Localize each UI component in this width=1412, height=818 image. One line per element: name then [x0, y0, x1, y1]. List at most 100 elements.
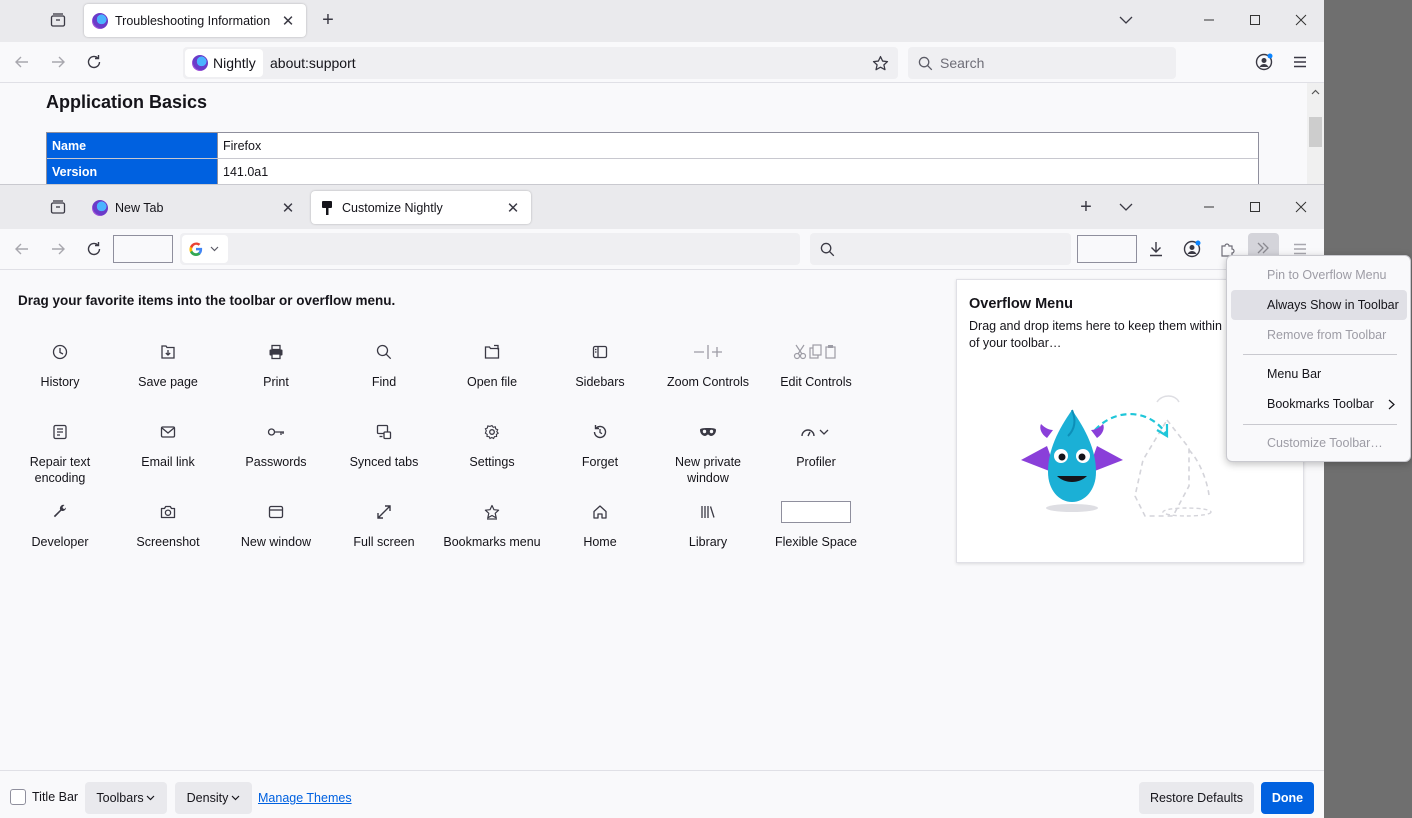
search-bar[interactable]: Search — [908, 47, 1176, 79]
palette-item-zoom-controls[interactable]: Zoom Controls — [658, 340, 758, 390]
palette-item-synced-tabs[interactable]: Synced tabs — [334, 420, 434, 470]
tab-new-tab[interactable]: New Tab ✕ — [84, 191, 306, 224]
palette-item-new-private-window[interactable]: New private window — [658, 420, 758, 486]
palette-item-library[interactable]: Library — [658, 500, 758, 550]
palette-label: Developer — [31, 535, 89, 549]
scroll-up-arrow-icon[interactable] — [1307, 83, 1324, 100]
palette-item-sidebars[interactable]: Sidebars — [550, 340, 650, 390]
minimize-icon[interactable] — [1186, 187, 1232, 227]
restore-defaults-button[interactable]: Restore Defaults — [1139, 782, 1254, 814]
close-window-icon[interactable] — [1278, 187, 1324, 227]
bookmark-star-icon[interactable] — [871, 54, 889, 72]
menu-item-bookmarks-toolbar[interactable]: Bookmarks Toolbar — [1231, 389, 1407, 419]
table-key: Version — [47, 159, 218, 184]
table-row: Name Firefox — [47, 133, 1258, 159]
tab-title: Customize Nightly — [342, 200, 443, 215]
menu-item-pin-to-overflow[interactable]: Pin to Overflow Menu — [1231, 260, 1407, 290]
paintbrush-icon — [319, 200, 335, 216]
back-arrow-icon[interactable] — [12, 52, 32, 72]
title-bar-checkbox[interactable] — [10, 789, 26, 805]
tab-groups-icon[interactable] — [48, 10, 68, 30]
mask-icon — [658, 420, 758, 444]
palette-item-passwords[interactable]: Passwords — [226, 420, 326, 470]
search-engine-selector[interactable] — [182, 235, 228, 263]
palette-item-settings[interactable]: Settings — [442, 420, 542, 470]
maximize-icon[interactable] — [1232, 0, 1278, 40]
tab-groups-icon[interactable] — [48, 197, 68, 217]
url-bar[interactable] — [180, 233, 800, 265]
palette-item-open-file[interactable]: Open file — [442, 340, 542, 390]
density-button[interactable]: Density — [175, 782, 252, 814]
new-tab-plus-icon[interactable]: + — [1076, 196, 1096, 218]
new-tab-plus-icon[interactable]: + — [318, 9, 338, 31]
palette-item-repair-text-encoding[interactable]: Repair text encoding — [10, 420, 110, 486]
palette-item-bookmarks-menu[interactable]: Bookmarks menu — [442, 500, 542, 550]
done-button[interactable]: Done — [1261, 782, 1314, 814]
url-text[interactable]: about:support — [270, 55, 356, 71]
identity-box[interactable]: Nightly — [185, 49, 263, 77]
close-tab-icon[interactable]: ✕ — [505, 199, 521, 217]
palette-label: Flexible Space — [775, 535, 857, 549]
tab-customize-nightly[interactable]: Customize Nightly ✕ — [311, 191, 531, 224]
bookmark-star-icon — [442, 500, 542, 524]
tab-title: New Tab — [115, 200, 164, 215]
toolbars-button[interactable]: Toolbars — [85, 782, 167, 814]
list-all-tabs-chevron-icon[interactable] — [1116, 10, 1136, 30]
palette-item-save-page[interactable]: Save page — [118, 340, 218, 390]
palette-item-profiler[interactable]: Profiler — [766, 420, 866, 470]
palette-item-home[interactable]: Home — [550, 500, 650, 550]
reload-icon[interactable] — [84, 52, 104, 72]
menu-item-label: Pin to Overflow Menu — [1267, 268, 1387, 282]
url-bar[interactable]: Nightly about:support — [183, 47, 898, 79]
menu-item-remove-from-toolbar[interactable]: Remove from Toolbar — [1231, 320, 1407, 350]
menu-item-menu-bar[interactable]: Menu Bar — [1231, 359, 1407, 389]
palette-item-history[interactable]: History — [10, 340, 110, 390]
toolbars-label: Toolbars — [96, 791, 144, 805]
hamburger-menu-icon[interactable] — [1290, 52, 1310, 72]
palette-item-print[interactable]: Print — [226, 340, 326, 390]
maximize-icon[interactable] — [1232, 187, 1278, 227]
tab-strip: Troubleshooting Information ✕ + — [0, 0, 1324, 42]
toolbar-spacer[interactable] — [1077, 235, 1137, 263]
list-all-tabs-chevron-icon[interactable] — [1116, 197, 1136, 217]
palette-item-full-screen[interactable]: Full screen — [334, 500, 434, 550]
account-icon[interactable] — [1182, 239, 1202, 259]
page-scrollbar[interactable] — [1307, 83, 1324, 184]
palette-item-forget[interactable]: Forget — [550, 420, 650, 470]
menu-item-label: Remove from Toolbar — [1267, 328, 1387, 342]
manage-themes-link[interactable]: Manage Themes — [258, 791, 352, 805]
camera-icon — [118, 500, 218, 524]
close-window-icon[interactable] — [1278, 0, 1324, 40]
palette-label: Save page — [138, 375, 198, 389]
palette-label: Library — [688, 535, 728, 549]
tab-troubleshooting[interactable]: Troubleshooting Information ✕ — [84, 4, 306, 37]
palette-label: Zoom Controls — [667, 375, 749, 389]
palette-item-developer[interactable]: Developer — [10, 500, 110, 550]
sidebar-icon — [550, 340, 650, 364]
palette-label: Forget — [581, 455, 619, 469]
toolbar-context-menu: Pin to Overflow Menu Always Show in Tool… — [1226, 255, 1411, 462]
palette-label: Home — [583, 535, 617, 549]
palette-item-new-window[interactable]: New window — [226, 500, 326, 550]
forward-arrow-icon[interactable] — [48, 239, 68, 259]
account-icon[interactable] — [1254, 52, 1274, 72]
customize-footer: Title Bar Toolbars Density Manage Themes… — [0, 770, 1324, 818]
search-bar[interactable] — [810, 233, 1071, 265]
palette-item-screenshot[interactable]: Screenshot — [118, 500, 218, 550]
downloads-icon[interactable] — [1146, 239, 1166, 259]
menu-item-always-show-in-toolbar[interactable]: Always Show in Toolbar — [1231, 290, 1407, 320]
wrench-icon — [10, 500, 110, 524]
menu-item-customize-toolbar[interactable]: Customize Toolbar… — [1231, 428, 1407, 458]
toolbar-spacer[interactable] — [113, 235, 173, 263]
close-tab-icon[interactable]: ✕ — [280, 199, 296, 217]
reload-icon[interactable] — [84, 239, 104, 259]
palette-item-flexible-space[interactable]: Flexible Space — [766, 500, 866, 550]
palette-item-find[interactable]: Find — [334, 340, 434, 390]
palette-item-email-link[interactable]: Email link — [118, 420, 218, 470]
minimize-icon[interactable] — [1186, 0, 1232, 40]
close-tab-icon[interactable]: ✕ — [280, 12, 296, 30]
palette-item-edit-controls[interactable]: Edit Controls — [766, 340, 866, 390]
scrollbar-thumb[interactable] — [1309, 117, 1322, 147]
back-arrow-icon[interactable] — [12, 239, 32, 259]
forward-arrow-icon[interactable] — [48, 52, 68, 72]
